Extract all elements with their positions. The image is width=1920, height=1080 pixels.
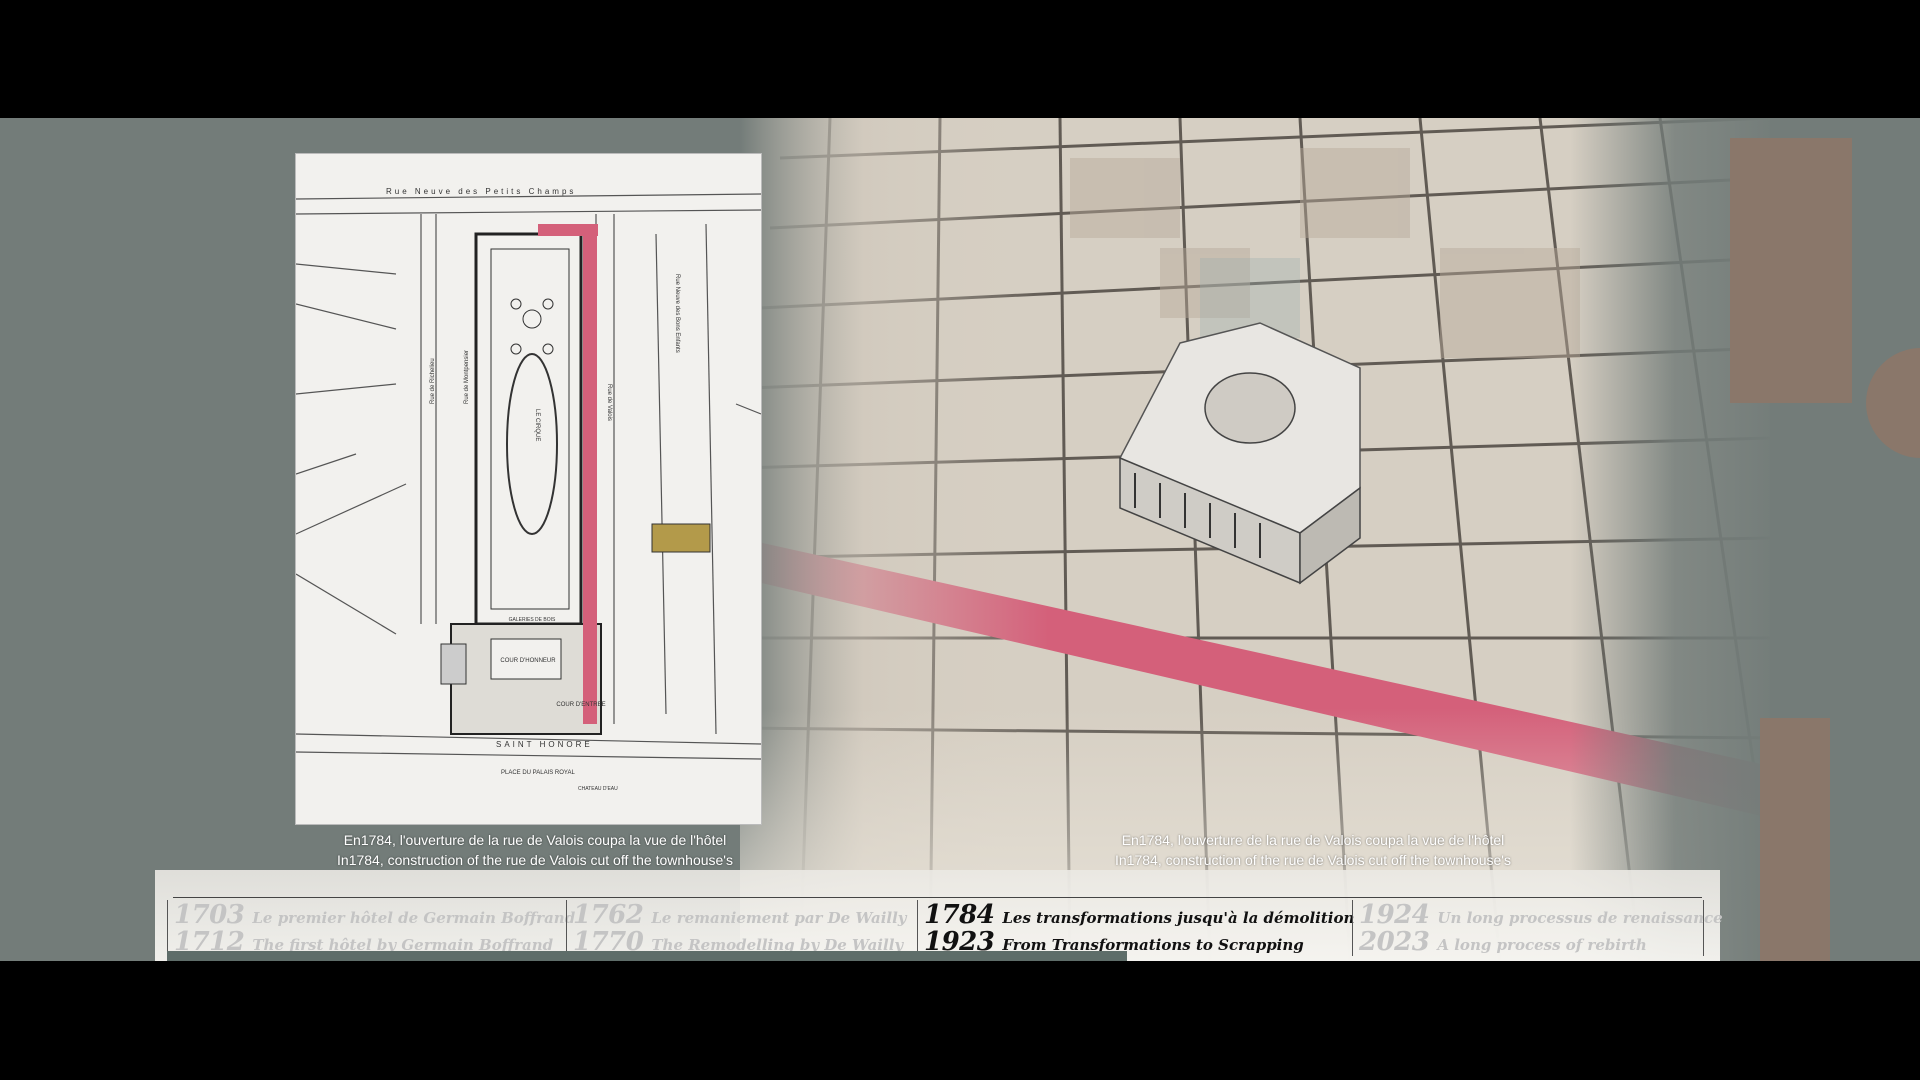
video-frame: Rue Neuve des Petits Champs SAINT HONORE…: [0, 118, 1920, 961]
timeline-rule: [173, 897, 1702, 898]
caption-left: En1784, l'ouverture de la rue de Valois …: [235, 830, 835, 870]
timeline-era-1784[interactable]: 1784 Les transformations jusqu'à la démol…: [917, 900, 1356, 957]
plan-label-rue-montpensier: Rue de Montpensier: [464, 350, 470, 404]
timeline-bar: 1703 Le premier hôtel de Germain Boffrand…: [155, 870, 1723, 961]
era-year-start: 1762: [573, 900, 644, 930]
era-title-fr: Le remaniement par De Wailly: [651, 909, 907, 927]
hotel-footprint-highlight: [651, 523, 711, 553]
plan-label-top-street: Rue Neuve des Petits Champs: [386, 187, 576, 196]
timeline-era-1703[interactable]: 1703 Le premier hôtel de Germain Boffrand…: [167, 900, 575, 957]
plan-label-chateau: CHATEAU D'EAU: [578, 786, 618, 792]
era-year-start: 1703: [174, 900, 245, 930]
historical-site-plan: Rue Neuve des Petits Champs SAINT HONORE…: [295, 153, 762, 825]
timeline-progress-bar[interactable]: [167, 951, 1127, 961]
era-title-fr: Un long processus de renaissance: [1437, 909, 1723, 927]
rue-de-valois-plan-highlight: [583, 224, 597, 724]
era-title-fr: Les transformations jusqu'à la démolitio…: [1002, 909, 1355, 927]
caption-right-fr: En1784, l'ouverture de la rue de Valois …: [1121, 832, 1505, 848]
plan-label-rue-bons-enfants: Rue Neuve des Bons Enfants: [674, 274, 680, 353]
era-title-fr: Le premier hôtel de Germain Boffrand: [252, 909, 576, 927]
plan-label-cour-honneur: COUR D'HONNEUR: [500, 658, 556, 664]
decorative-panel-bottom: [1760, 718, 1830, 961]
decorative-panel-top: [1730, 138, 1852, 403]
plan-label-place: PLACE DU PALAIS ROYAL: [501, 770, 575, 776]
era-year-start: 1784: [924, 900, 995, 930]
era-title-en: A long process of rebirth: [1437, 936, 1647, 954]
plan-label-rue-richelieu: Rue de Richelieu: [430, 358, 436, 404]
plan-label-cour-entree: COUR D'ENTREE: [556, 702, 605, 708]
timeline-era-1762[interactable]: 1762 Le remaniement par De Wailly 1770 The…: [566, 900, 907, 957]
caption-right-en: In1784, construction of the rue de Valoi…: [1115, 852, 1511, 868]
plan-label-galeries: GALERIES DE BOIS: [509, 617, 556, 623]
plan-label-cirque: LE CIRQUE: [534, 409, 540, 441]
caption-left-en: In1784, construction of the rue de Valoi…: [337, 852, 733, 868]
era-year-end: 2023: [1359, 927, 1430, 957]
caption-left-fr: En1784, l'ouverture de la rue de Valois …: [343, 832, 727, 848]
era-year-start: 1924: [1359, 900, 1430, 930]
plan-label-rue-valois: Rue de Valois: [606, 384, 612, 421]
timeline-era-1924[interactable]: 1924 Un long processus de renaissance 202…: [1352, 900, 1723, 957]
caption-right: En1784, l'ouverture de la rue de Valois …: [1013, 830, 1613, 870]
plan-label-bottom-street: SAINT HONORE: [496, 740, 593, 749]
